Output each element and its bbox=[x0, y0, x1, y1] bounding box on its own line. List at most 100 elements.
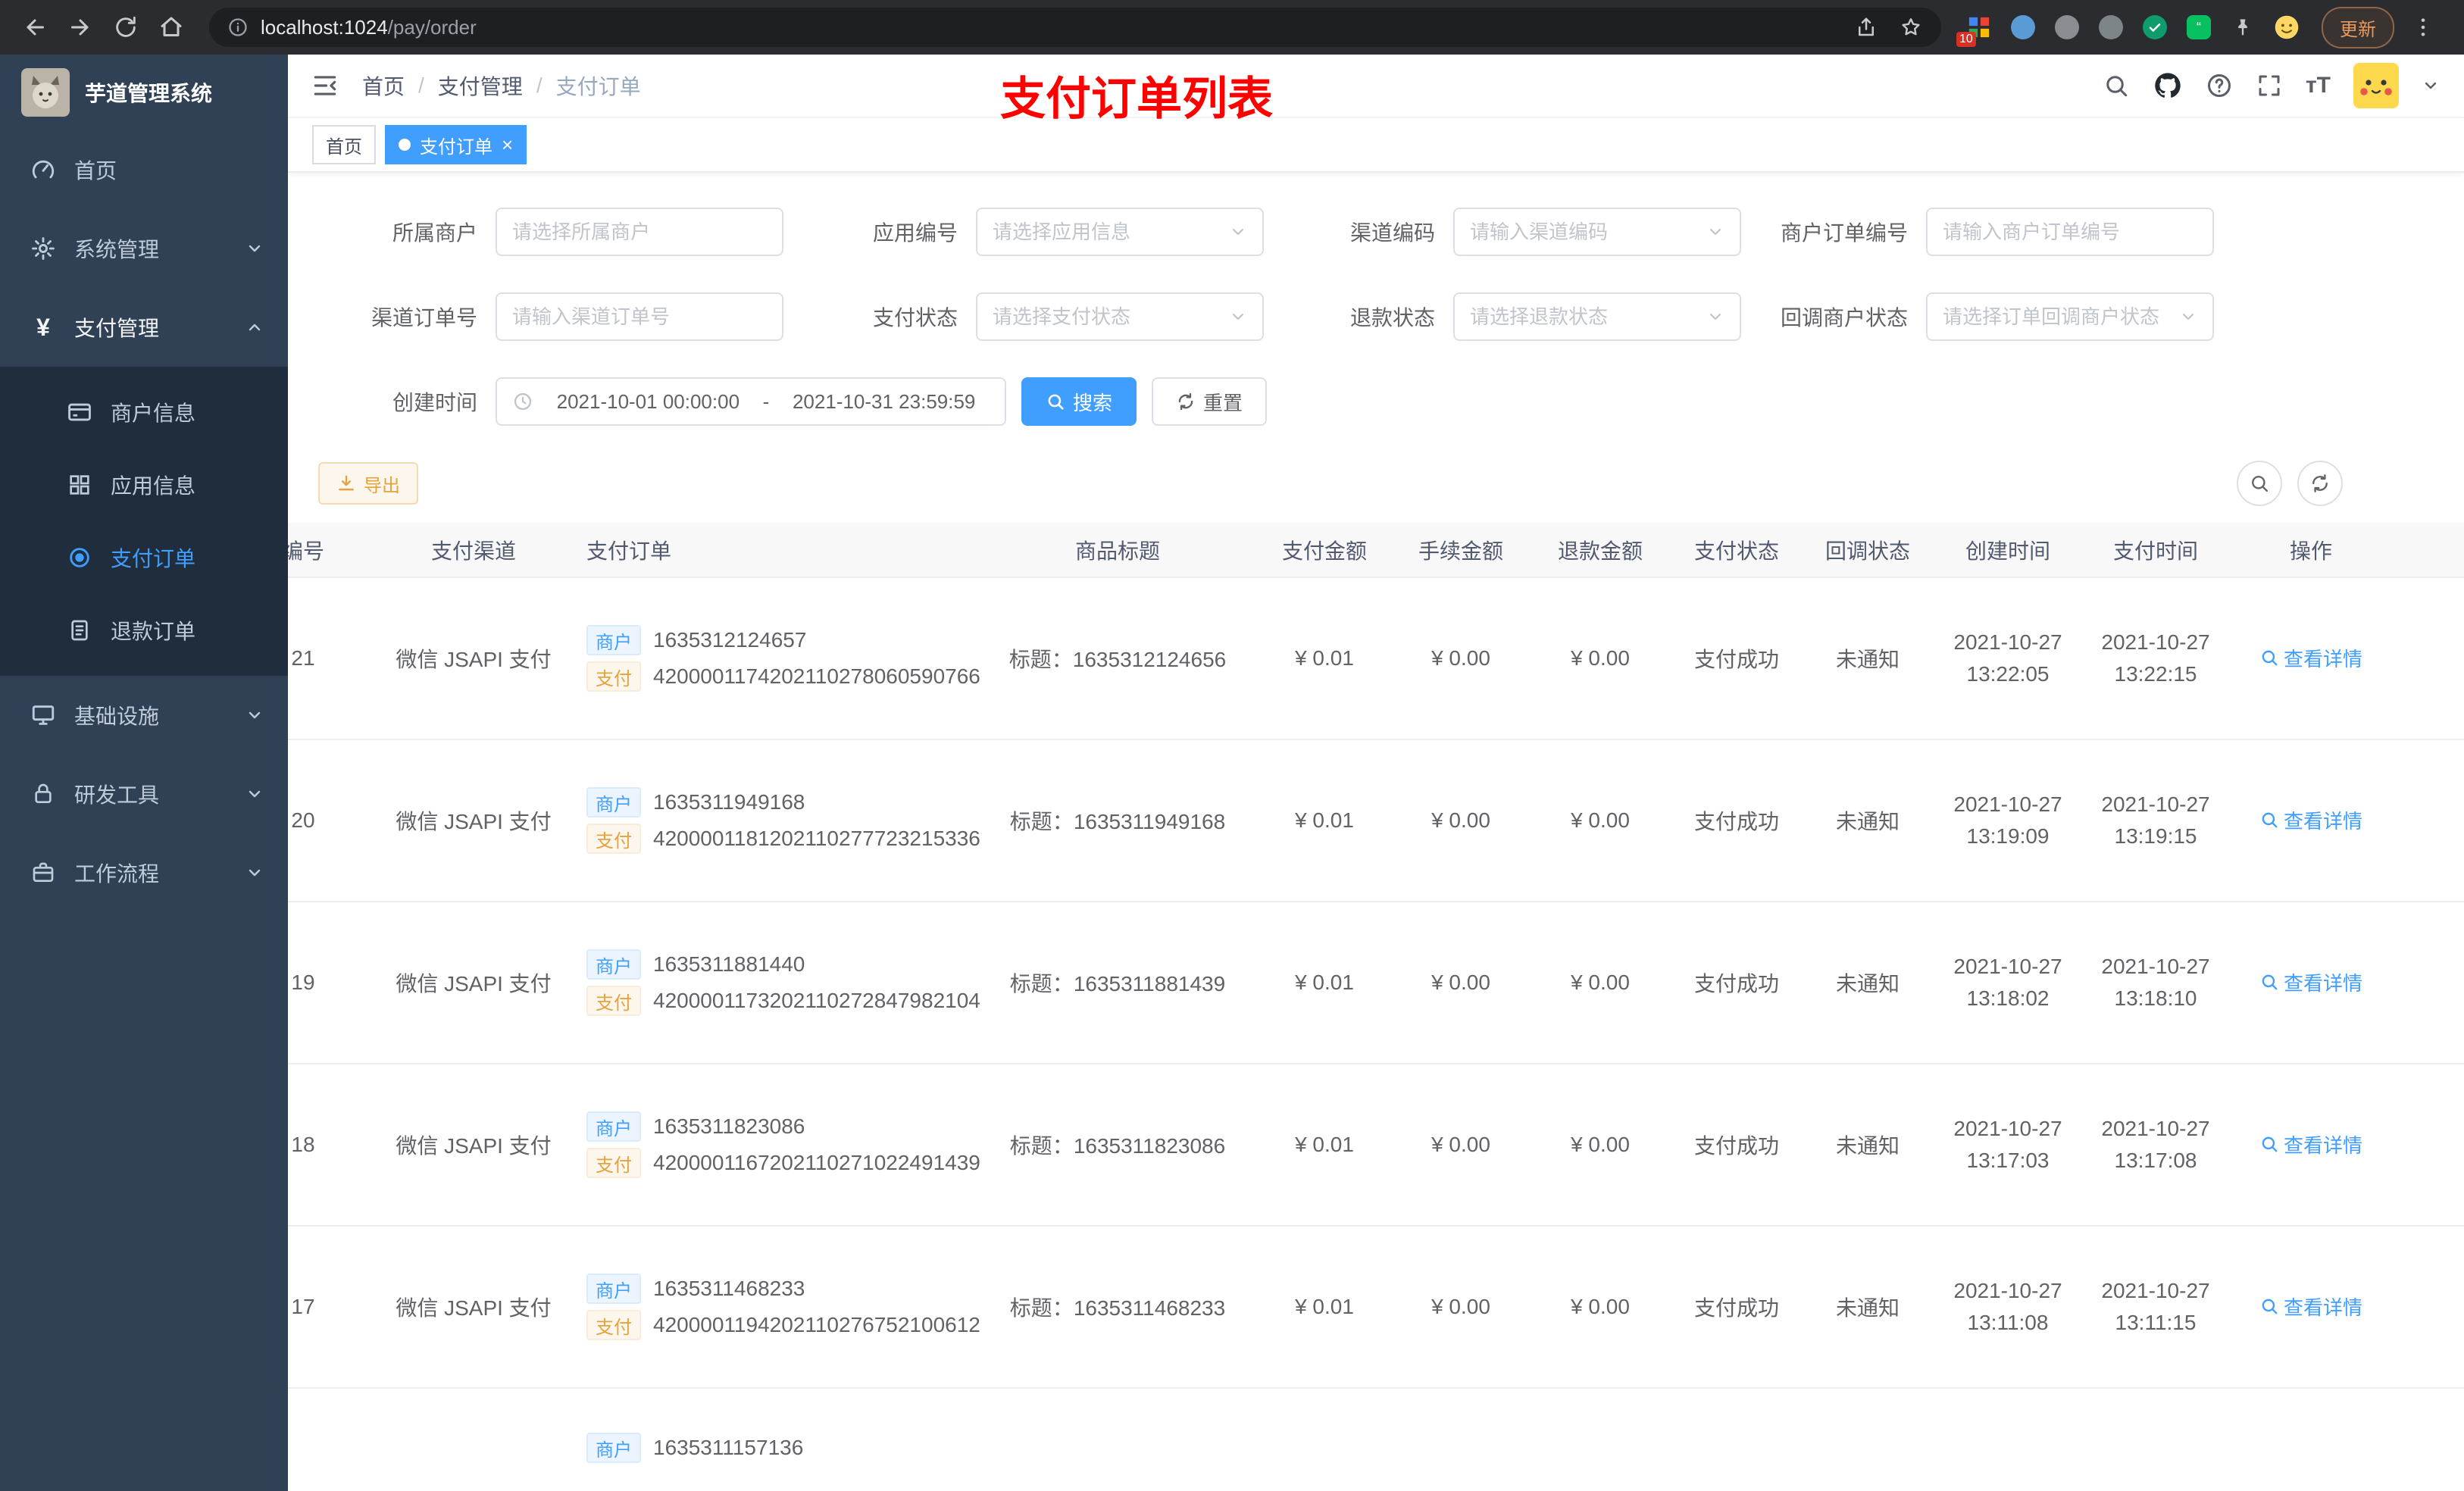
table-row: 19 微信 JSAPI 支付 商户 1635311881440 支付 42000… bbox=[288, 902, 2464, 1064]
url-host: localhost:1024 bbox=[261, 15, 388, 39]
filter-merchant-order-no: 商户订单编号 bbox=[1741, 208, 2214, 256]
export-button[interactable]: 导出 bbox=[318, 462, 418, 505]
extension-gray2-icon[interactable] bbox=[2097, 14, 2125, 41]
merchant-order-no-input[interactable] bbox=[1943, 220, 2197, 244]
extensions-row: 10 “ bbox=[1956, 14, 2300, 47]
date-end[interactable]: 2021-10-31 23:59:59 bbox=[778, 390, 990, 414]
sidebar-item-merchant-info[interactable]: 商户信息 bbox=[0, 376, 288, 449]
sidebar-item-app-info[interactable]: 应用信息 bbox=[0, 449, 288, 521]
channel-order-no-input[interactable] bbox=[512, 305, 767, 329]
cell-title: 标题：1635311468233 bbox=[977, 1226, 1258, 1389]
refund-status-select[interactable] bbox=[1453, 292, 1741, 341]
sidebar-item-system[interactable]: 系统管理 bbox=[0, 209, 288, 288]
font-size-icon[interactable]: тT bbox=[2306, 73, 2331, 98]
extension-green-check-icon[interactable] bbox=[2141, 14, 2169, 41]
extension-blue-icon[interactable] bbox=[2009, 14, 2037, 41]
monitor-icon bbox=[30, 702, 56, 728]
reload-icon[interactable] bbox=[106, 8, 145, 47]
merchant-filter-input[interactable] bbox=[512, 220, 767, 244]
pay-order-no: 4200001173202110272847982104 bbox=[653, 989, 980, 1012]
address-bar[interactable]: localhost:1024/pay/order bbox=[209, 8, 1941, 47]
cell-refund: ¥ 0.00 bbox=[1531, 1226, 1670, 1389]
notify-status-select[interactable] bbox=[1926, 292, 2214, 341]
view-detail-link[interactable]: 查看详情 bbox=[2259, 1130, 2362, 1158]
cell-channel: 微信 JSAPI 支付 bbox=[379, 739, 568, 902]
browser-update-button[interactable]: 更新 bbox=[2322, 6, 2394, 48]
cell-create-time: 2021-10-27 13:19:09 bbox=[1932, 739, 2084, 902]
cell-id: 19 bbox=[288, 902, 379, 1064]
pay-tag: 支付 bbox=[586, 1310, 641, 1340]
col-id: 编号 bbox=[288, 523, 379, 578]
cell-pay-time: 2021-10-27 13:18:10 bbox=[2084, 902, 2228, 1064]
briefcase-icon bbox=[30, 861, 56, 885]
app-no-select[interactable] bbox=[976, 208, 1264, 256]
cell-id: 17 bbox=[288, 1226, 379, 1389]
sidebar-item-workflow[interactable]: 工作流程 bbox=[0, 833, 288, 912]
site-info-icon[interactable] bbox=[227, 17, 249, 38]
avatar-caret-icon[interactable] bbox=[2422, 77, 2440, 95]
reset-button[interactable]: 重置 bbox=[1152, 377, 1268, 426]
fullscreen-icon[interactable] bbox=[2256, 72, 2283, 99]
gear-icon bbox=[30, 236, 56, 261]
yen-icon: ¥ bbox=[36, 314, 50, 341]
extension-pin-icon[interactable] bbox=[2229, 14, 2256, 41]
breadcrumb-home[interactable]: 首页 bbox=[362, 70, 405, 101]
view-detail-link[interactable]: 查看详情 bbox=[2259, 644, 2362, 672]
tab-pay-order[interactable]: 支付订单 × bbox=[385, 125, 527, 164]
view-detail-link[interactable]: 查看详情 bbox=[2259, 1293, 2362, 1321]
clock-icon bbox=[512, 391, 533, 412]
date-range-picker[interactable]: 2021-10-01 00:00:00 - 2021-10-31 23:59:5… bbox=[496, 377, 1006, 426]
extension-gray-icon[interactable] bbox=[2053, 14, 2081, 41]
merchant-tag: 商户 bbox=[586, 1433, 641, 1463]
search-button[interactable]: 搜索 bbox=[1021, 377, 1137, 426]
forward-icon[interactable] bbox=[61, 8, 100, 47]
filter-channel-order-no: 渠道订单号 bbox=[318, 292, 783, 341]
share-icon[interactable] bbox=[1855, 16, 1878, 39]
cell-fee: ¥ 0.00 bbox=[1391, 739, 1531, 902]
cell-pay-time: 2021-10-27 13:22:15 bbox=[2084, 577, 2228, 740]
channel-code-select[interactable] bbox=[1453, 208, 1741, 256]
document-icon bbox=[67, 618, 92, 642]
col-pay-status: 支付状态 bbox=[1670, 523, 1803, 578]
cell-notify-status: 未通知 bbox=[1803, 739, 1932, 902]
user-avatar[interactable] bbox=[2353, 63, 2399, 108]
extension-badge: 10 bbox=[1956, 32, 1976, 47]
sidebar-item-payment[interactable]: ¥ 支付管理 bbox=[0, 288, 288, 367]
refresh-table-icon[interactable] bbox=[2297, 461, 2343, 506]
bookmark-star-icon[interactable] bbox=[1899, 15, 1923, 39]
cell-pay-status: 支付成功 bbox=[1670, 577, 1803, 740]
sidebar-item-refund-order[interactable]: 退款订单 bbox=[0, 594, 288, 667]
cell-amount: ¥ 0.01 bbox=[1258, 1226, 1391, 1389]
sidebar-item-infrastructure[interactable]: 基础设施 bbox=[0, 676, 288, 755]
pay-status-select[interactable] bbox=[976, 292, 1264, 341]
sidebar-item-devtools[interactable]: 研发工具 bbox=[0, 755, 288, 833]
view-detail-link[interactable]: 查看详情 bbox=[2259, 806, 2362, 834]
profile-avatar-icon[interactable] bbox=[2273, 14, 2300, 41]
filter-notify-status: 回调商户状态 bbox=[1741, 292, 2214, 341]
cell-amount: ¥ 0.01 bbox=[1258, 739, 1391, 902]
close-icon[interactable]: × bbox=[502, 135, 513, 155]
tab-home[interactable]: 首页 bbox=[312, 125, 376, 164]
github-icon[interactable] bbox=[2153, 70, 2183, 101]
cell-fee: ¥ 0.00 bbox=[1391, 577, 1531, 740]
breadcrumb-payment[interactable]: 支付管理 bbox=[438, 70, 523, 101]
hamburger-icon[interactable] bbox=[288, 71, 362, 100]
table-toolbar: 导出 bbox=[288, 461, 2464, 506]
filter-pay-status: 支付状态 bbox=[783, 292, 1264, 341]
sidebar-item-home[interactable]: 首页 bbox=[0, 130, 288, 209]
sidebar-item-pay-order[interactable]: 支付订单 bbox=[0, 521, 288, 594]
sidebar: 芋道管理系统 首页 系统管理 ¥ 支付管理 商户信息 应用信息 支付订单 退款订… bbox=[0, 55, 288, 1491]
back-icon[interactable] bbox=[15, 8, 55, 47]
extension-wechat-icon[interactable]: “ bbox=[2185, 14, 2212, 41]
home-icon[interactable] bbox=[152, 8, 191, 47]
view-detail-link[interactable]: 查看详情 bbox=[2259, 968, 2362, 996]
cell-order: 商户 1635311468233 支付 42000011942021102767… bbox=[568, 1226, 980, 1389]
browser-menu-icon[interactable] bbox=[2403, 8, 2443, 47]
breadcrumb-current: 支付订单 bbox=[555, 75, 641, 98]
cell-pay-time: 2021-10-27 13:17:08 bbox=[2084, 1064, 2228, 1227]
toggle-search-icon[interactable] bbox=[2237, 461, 2282, 506]
search-icon[interactable] bbox=[2103, 72, 2130, 99]
help-icon[interactable] bbox=[2206, 72, 2233, 99]
date-start[interactable]: 2021-10-01 00:00:00 bbox=[543, 390, 754, 414]
extension-colorful-icon[interactable]: 10 bbox=[1956, 14, 1993, 47]
